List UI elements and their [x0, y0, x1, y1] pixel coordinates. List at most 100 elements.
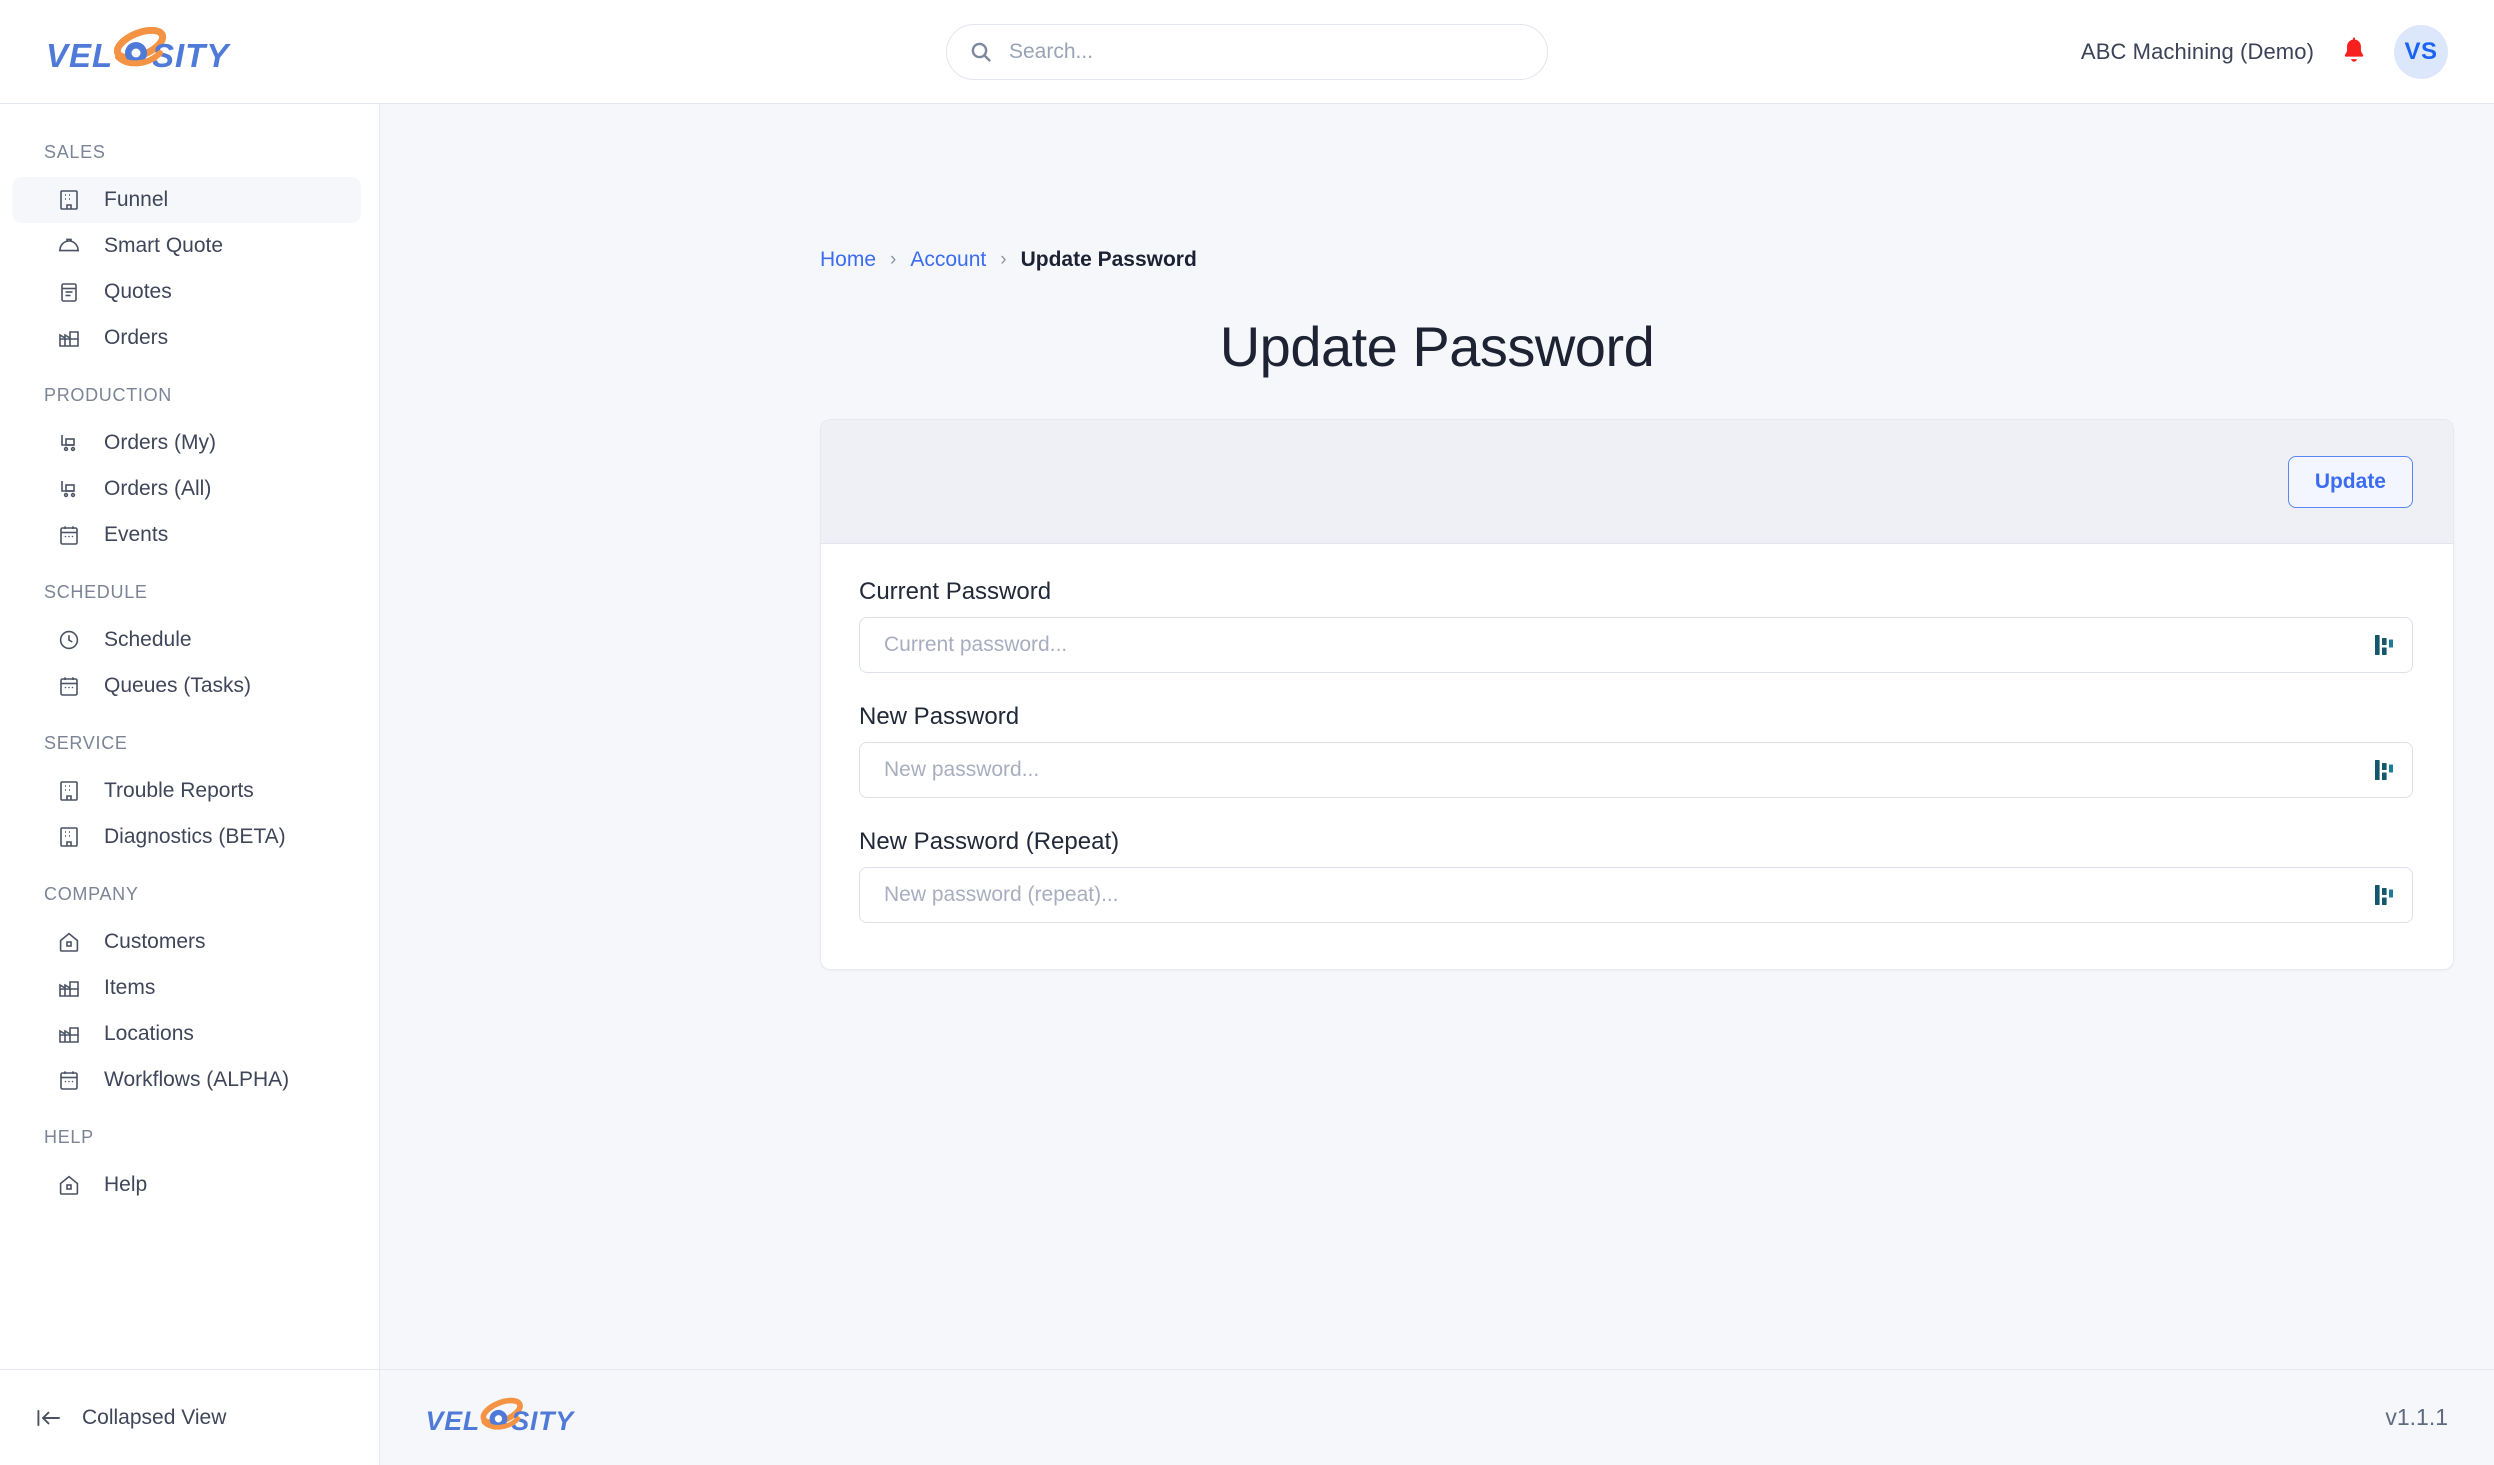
nav-group-production: PRODUCTION Orders (My) Orders (All) Even…	[0, 385, 379, 558]
calendar-icon	[56, 522, 82, 548]
card-body: Current Password New Password New Passwo…	[821, 544, 2453, 969]
password-manager-icon[interactable]	[2373, 632, 2395, 658]
sidebar-item-customers[interactable]: Customers	[12, 919, 361, 965]
breadcrumb: Home › Account › Update Password	[380, 104, 2494, 272]
sidebar-item-label: Orders (My)	[104, 431, 216, 454]
svg-text:VEL: VEL	[426, 1406, 480, 1436]
field-current-password: Current Password	[859, 578, 2413, 673]
collapse-view-button[interactable]: Collapsed View	[0, 1369, 379, 1465]
factory-icon	[56, 325, 82, 351]
breadcrumb-item-home[interactable]: Home	[820, 248, 876, 272]
organization-name: ABC Machining (Demo)	[2080, 38, 2314, 64]
sidebar-item-locations[interactable]: Locations	[12, 1011, 361, 1057]
search-input[interactable]	[1009, 40, 1525, 64]
breadcrumb-separator: ›	[1000, 249, 1007, 270]
nav-group-service: SERVICE Trouble Reports Diagnostics (BET…	[0, 733, 379, 860]
field-new-password: New Password	[859, 703, 2413, 798]
footer-velosity-logo-icon: VEL SITY	[424, 1390, 594, 1446]
breadcrumb-item-account[interactable]: Account	[910, 248, 986, 272]
sidebar-item-label: Trouble Reports	[104, 779, 254, 802]
sidebar-item-label: Schedule	[104, 628, 192, 651]
sidebar: SALES Funnel Smart Quote Quotes Orders P…	[0, 104, 380, 1465]
calendar-icon	[56, 1067, 82, 1093]
app-root: VEL SITY AB	[0, 0, 2494, 1465]
password-manager-icon[interactable]	[2373, 757, 2395, 783]
sidebar-item-queues-tasks[interactable]: Queues (Tasks)	[12, 663, 361, 709]
sidebar-item-label: Smart Quote	[104, 234, 224, 257]
update-button[interactable]: Update	[2287, 455, 2413, 508]
nav-group-title: SCHEDULE	[44, 582, 148, 602]
sidebar-item-orders-my[interactable]: Orders (My)	[12, 420, 361, 466]
building-icon	[56, 187, 82, 213]
building-icon	[56, 824, 82, 850]
collapse-view-label: Collapsed View	[82, 1405, 227, 1429]
nav-group-title: HELP	[44, 1127, 94, 1147]
cart-icon	[56, 430, 82, 456]
sidebar-nav-list: SALES Funnel Smart Quote Quotes Orders P…	[0, 104, 379, 1369]
top-bar-right: ABC Machining (Demo) VS	[2080, 24, 2494, 79]
main-content: Home › Account › Update Password Update …	[380, 104, 2494, 1465]
sidebar-item-label: Items	[104, 976, 156, 999]
new-password-input[interactable]	[859, 742, 2413, 798]
new-password-repeat-input-wrap	[859, 867, 2413, 923]
sidebar-item-label: Workflows (ALPHA)	[104, 1068, 290, 1091]
sidebar-item-items[interactable]: Items	[12, 965, 361, 1011]
card-header: Update	[821, 420, 2453, 544]
home-icon	[56, 1172, 82, 1198]
nav-group-sales: SALES Funnel Smart Quote Quotes Orders	[0, 142, 379, 361]
search-icon	[969, 40, 993, 64]
factory-icon	[56, 1021, 82, 1047]
update-password-card: Update Current Password New Password New…	[820, 419, 2454, 970]
svg-text:VEL: VEL	[46, 37, 113, 74]
sidebar-item-orders-all[interactable]: Orders (All)	[12, 466, 361, 512]
sidebar-item-quotes[interactable]: Quotes	[12, 269, 361, 315]
sidebar-item-label: Orders	[104, 326, 169, 349]
current-password-input[interactable]	[859, 617, 2413, 673]
body-row: SALES Funnel Smart Quote Quotes Orders P…	[0, 104, 2494, 1465]
sidebar-item-trouble-reports[interactable]: Trouble Reports	[12, 768, 361, 814]
new-password-label: New Password	[859, 703, 1020, 730]
cart-icon	[56, 476, 82, 502]
brand-logo[interactable]: VEL SITY	[0, 24, 380, 80]
hard-hat-icon	[56, 233, 82, 259]
sidebar-item-orders[interactable]: Orders	[12, 315, 361, 361]
new-password-repeat-input[interactable]	[859, 867, 2413, 923]
sidebar-item-diagnostics-beta[interactable]: Diagnostics (BETA)	[12, 814, 361, 860]
new-password-repeat-label: New Password (Repeat)	[859, 828, 1120, 855]
top-bar: VEL SITY AB	[0, 0, 2494, 104]
version-label: v1.1.1	[2385, 1404, 2448, 1430]
collapse-left-icon	[36, 1405, 62, 1431]
sidebar-item-help[interactable]: Help	[12, 1162, 361, 1208]
clipboard-icon	[56, 279, 82, 305]
current-password-input-wrap	[859, 617, 2413, 673]
sidebar-item-label: Queues (Tasks)	[104, 674, 252, 697]
factory-icon	[56, 975, 82, 1001]
search-container	[946, 24, 1548, 80]
sidebar-item-label: Diagnostics (BETA)	[104, 825, 286, 848]
calendar-icon	[56, 673, 82, 699]
sidebar-item-workflows-alpha[interactable]: Workflows (ALPHA)	[12, 1057, 361, 1103]
sidebar-item-smart-quote[interactable]: Smart Quote	[12, 223, 361, 269]
nav-group-help: HELP Help	[0, 1127, 379, 1208]
nav-group-title: SALES	[44, 142, 106, 162]
sidebar-item-label: Locations	[104, 1022, 194, 1045]
password-manager-icon[interactable]	[2373, 882, 2395, 908]
breadcrumb-item-current: Update Password	[1020, 248, 1197, 271]
avatar[interactable]: VS	[2394, 24, 2448, 79]
sidebar-item-label: Help	[104, 1173, 148, 1196]
current-password-label: Current Password	[859, 578, 1052, 605]
velosity-logo-icon: VEL SITY	[44, 24, 254, 80]
sidebar-item-schedule[interactable]: Schedule	[12, 617, 361, 663]
field-new-password-repeat: New Password (Repeat)	[859, 828, 2413, 923]
bell-icon[interactable]	[2340, 36, 2368, 67]
footer: VEL SITY v1.1.1	[380, 1369, 2494, 1465]
search-box[interactable]	[946, 24, 1548, 80]
nav-group-title: COMPANY	[44, 884, 139, 904]
sidebar-item-funnel[interactable]: Funnel	[12, 177, 361, 223]
sidebar-item-events[interactable]: Events	[12, 512, 361, 558]
sidebar-item-label: Events	[104, 523, 169, 546]
new-password-input-wrap	[859, 742, 2413, 798]
sidebar-item-label: Funnel	[104, 188, 169, 211]
svg-text:SITY: SITY	[511, 1406, 575, 1436]
clock-icon	[56, 627, 82, 653]
